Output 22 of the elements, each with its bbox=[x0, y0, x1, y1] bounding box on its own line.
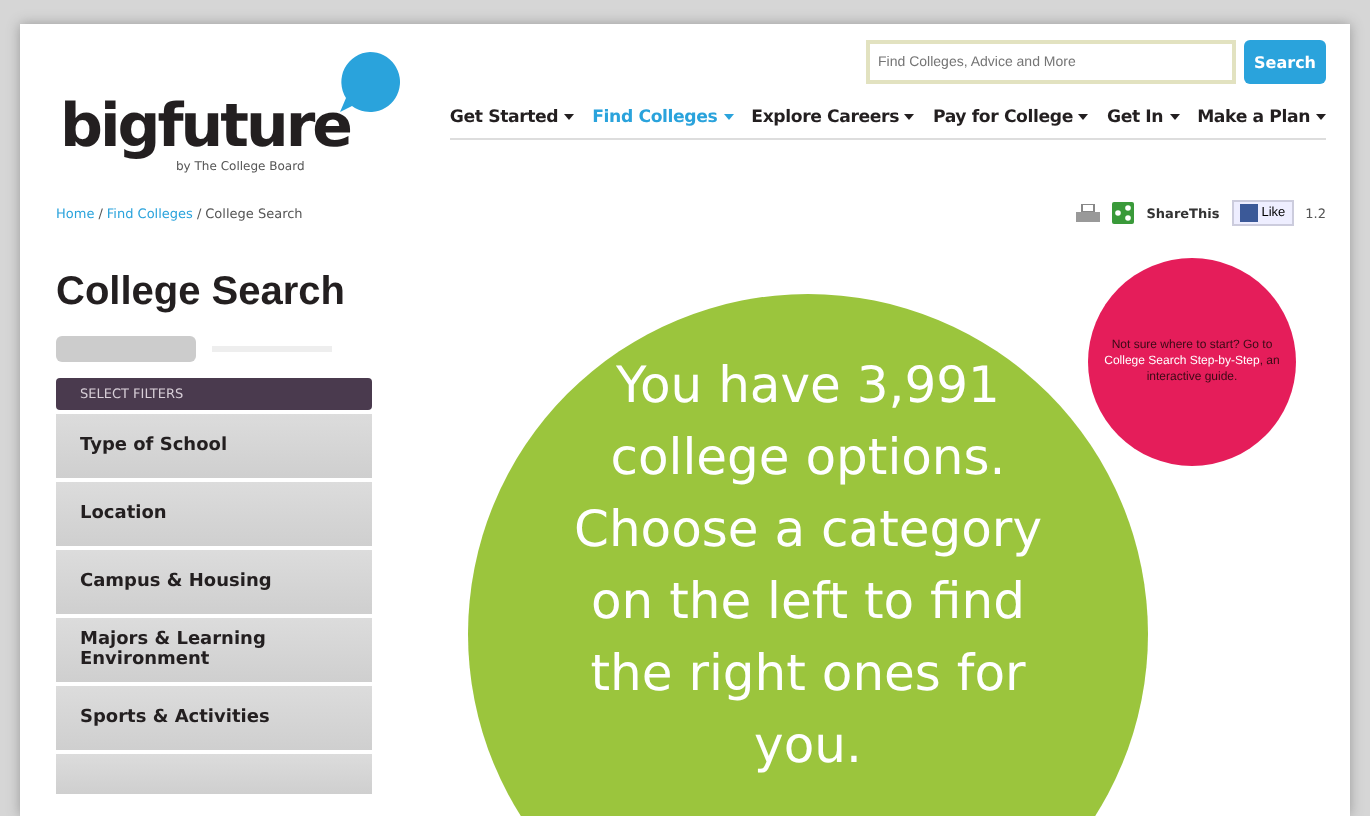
nav-menu-item[interactable]: Get Started bbox=[449, 108, 575, 128]
nav-menu-item[interactable]: Explore Careers bbox=[751, 108, 915, 128]
print-icon[interactable] bbox=[1076, 203, 1101, 223]
caret-icon bbox=[1078, 114, 1089, 121]
filter-item[interactable]: Majors & Learning Environment bbox=[56, 618, 372, 682]
filter-item[interactable]: Type of School bbox=[56, 414, 372, 478]
nav-menu-item[interactable]: Get In bbox=[1106, 108, 1180, 128]
filter-item[interactable]: Campus & Housing bbox=[56, 550, 372, 614]
nav-menu-item[interactable]: Pay for College bbox=[932, 108, 1089, 128]
page-title: College Search bbox=[56, 270, 348, 316]
caret-icon bbox=[904, 114, 915, 121]
caret-icon bbox=[1316, 114, 1326, 121]
logo-wordmark[interactable]: bigfuture bbox=[60, 92, 350, 162]
filter-item[interactable]: Sports & Activities bbox=[56, 686, 372, 750]
caret-icon bbox=[723, 114, 734, 121]
caret-icon bbox=[1169, 114, 1180, 121]
filter-item[interactable]: Location bbox=[56, 482, 372, 546]
share-icon[interactable] bbox=[1112, 202, 1135, 224]
result-message: You have 3,991 college options. Choose a category on the left to find the right ones for you. bbox=[572, 354, 1044, 778]
nav-menu-item[interactable]: Make a Plan bbox=[1197, 108, 1326, 128]
facebook-icon bbox=[1239, 204, 1258, 222]
caret-icon bbox=[564, 114, 575, 121]
